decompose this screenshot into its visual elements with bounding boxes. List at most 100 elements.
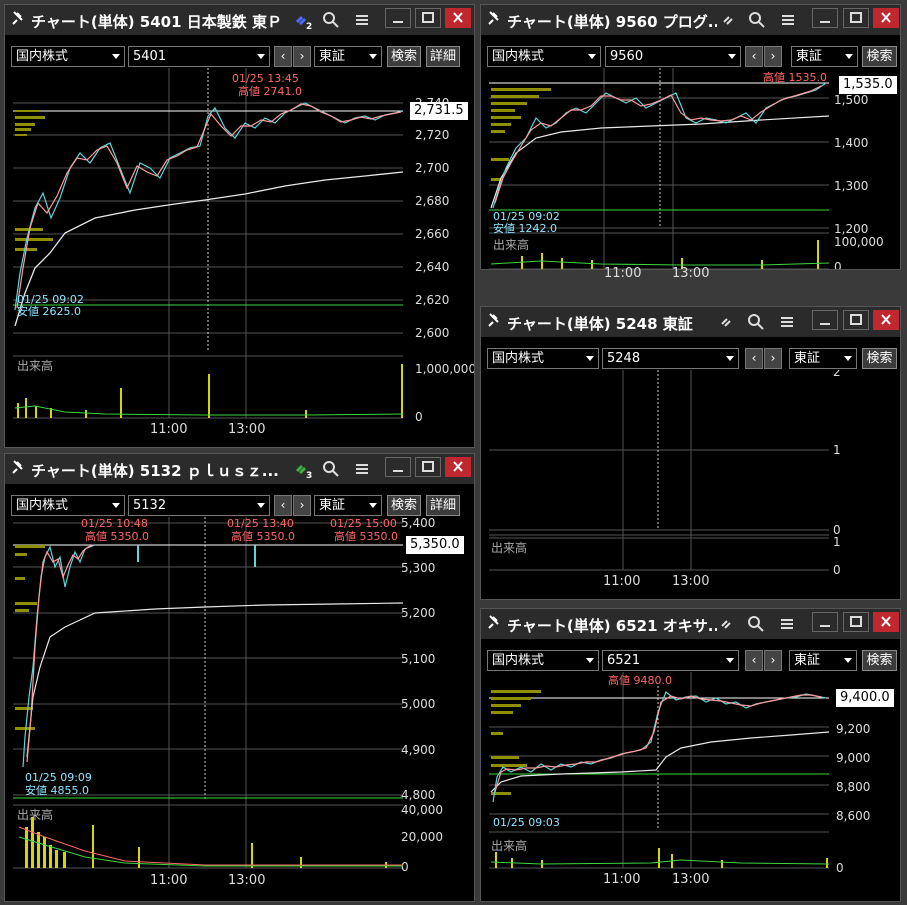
exchange-select[interactable]: 東証 — [789, 348, 857, 369]
title-bar[interactable]: チャート(単体) 9560 プログ... — [481, 5, 900, 35]
exchange-select[interactable]: 東証 — [314, 46, 382, 67]
search-button[interactable]: 検索 — [862, 650, 897, 671]
prev-button[interactable]: ‹ — [274, 495, 292, 516]
exchange-select[interactable]: 東証 — [791, 46, 858, 67]
title-bar[interactable]: チャート(単体) 5248 東証 — [481, 307, 900, 337]
prev-button[interactable]: ‹ — [745, 46, 763, 67]
maximize-button[interactable] — [843, 310, 869, 330]
current-price-label: 1,535.0 — [839, 76, 897, 94]
price-chart[interactable]: 2,740 2,720 2,700 2,680 2,660 2,640 2,62… — [5, 68, 474, 448]
price-chart[interactable]: 2 1 0 1 0 出来高 11:00 13:00 — [481, 370, 900, 600]
profile-bar — [491, 130, 505, 133]
menu-icon[interactable] — [778, 10, 798, 30]
prev-button[interactable]: ‹ — [745, 650, 763, 671]
price-path — [22, 544, 96, 768]
search-icon[interactable] — [321, 459, 341, 479]
next-button[interactable]: › — [764, 348, 782, 369]
maximize-button[interactable] — [415, 8, 441, 28]
volume-bar — [401, 364, 403, 418]
title-bar[interactable]: チャート(単体) 5132 ｐｌｕｓｚ... 3 — [5, 454, 474, 484]
market-select[interactable]: 国内株式 — [487, 650, 599, 671]
market-select[interactable]: 国内株式 — [487, 46, 601, 67]
code-input[interactable]: 5248 — [602, 348, 739, 369]
price-chart[interactable]: 1,500 1,400 1,300 1,200 100,000 0 高値 153… — [481, 68, 900, 270]
code-input[interactable]: 9560 — [605, 46, 741, 67]
price-chart[interactable]: 5,400 5,300 5,200 5,100 5,000 4,900 4,80… — [5, 517, 474, 902]
pin-icon[interactable] — [487, 312, 501, 328]
market-select[interactable]: 国内株式 — [487, 348, 599, 369]
search-icon[interactable] — [746, 614, 766, 634]
maximize-button[interactable] — [415, 457, 441, 477]
search-icon[interactable] — [747, 10, 767, 30]
search-button[interactable]: 検索 — [862, 348, 897, 369]
search-icon[interactable] — [746, 312, 766, 332]
window-title: チャート(単体) 6521 オキサ... — [507, 617, 717, 635]
prev-button[interactable]: ‹ — [274, 46, 292, 67]
next-button[interactable]: › — [293, 495, 311, 516]
volume-bar — [495, 852, 497, 868]
link-icon[interactable] — [719, 10, 739, 30]
market-value: 国内株式 — [492, 49, 545, 64]
close-button[interactable] — [873, 310, 899, 330]
search-button[interactable]: 検索 — [862, 46, 897, 67]
volume-zero: 0 — [836, 861, 844, 875]
pin-icon[interactable] — [11, 459, 25, 475]
code-input[interactable]: 6521 — [602, 650, 739, 671]
detail-button[interactable]: 詳細 — [426, 495, 460, 516]
chart-svg[interactable]: 5,400 5,300 5,200 5,100 5,000 4,900 4,80… — [5, 517, 474, 902]
link-icon[interactable]: 3 — [293, 459, 313, 479]
market-select[interactable]: 国内株式 — [11, 495, 125, 516]
close-button[interactable] — [873, 612, 899, 632]
next-button[interactable]: › — [764, 650, 782, 671]
close-button[interactable] — [445, 457, 471, 477]
minimize-button[interactable] — [812, 310, 838, 330]
exchange-select[interactable]: 東証 — [314, 495, 382, 516]
menu-icon[interactable] — [777, 614, 797, 634]
window-title: チャート(単体) 5248 東証 — [507, 315, 693, 333]
menu-icon[interactable] — [352, 459, 372, 479]
price-spikes — [137, 545, 256, 567]
next-button[interactable]: › — [764, 46, 782, 67]
link-icon[interactable] — [717, 614, 737, 634]
next-button[interactable]: › — [293, 46, 311, 67]
menu-icon[interactable] — [352, 10, 372, 30]
title-bar[interactable]: チャート(単体) 5401 日本製鉄 東Ｐ 2 — [5, 5, 474, 35]
close-button[interactable] — [445, 8, 471, 28]
minimize-button[interactable] — [812, 612, 838, 632]
detail-button[interactable]: 詳細 — [426, 46, 460, 67]
close-button[interactable] — [873, 8, 899, 28]
exchange-select[interactable]: 東証 — [789, 650, 857, 671]
grid — [489, 370, 829, 571]
menu-icon[interactable] — [777, 312, 797, 332]
chart-window-5248: チャート(単体) 5248 東証 国内株式 5248 ‹ › 東証 検索 2 1… — [480, 306, 901, 600]
code-input[interactable]: 5132 — [128, 495, 270, 516]
code-input[interactable]: 5401 — [128, 46, 270, 67]
minimize-button[interactable] — [812, 8, 838, 28]
pin-icon[interactable] — [487, 10, 501, 26]
high-time-label: 01/25 13:45 — [232, 72, 299, 85]
title-bar[interactable]: チャート(単体) 6521 オキサ... — [481, 609, 900, 639]
minimize-button[interactable] — [385, 8, 411, 28]
price-candles — [26, 544, 94, 763]
chart-svg[interactable]: 1,500 1,400 1,300 1,200 100,000 0 高値 153… — [481, 68, 900, 270]
prev-button[interactable]: ‹ — [745, 348, 763, 369]
search-button[interactable]: 検索 — [387, 46, 421, 67]
link-icon[interactable]: 2 — [293, 10, 313, 30]
profile-bar — [491, 123, 511, 126]
pin-icon[interactable] — [11, 10, 25, 26]
code-value: 9560 — [610, 49, 644, 64]
link-icon[interactable] — [717, 312, 737, 332]
pin-icon[interactable] — [487, 614, 501, 630]
minimize-button[interactable] — [385, 457, 411, 477]
chart-svg[interactable]: 2 1 0 1 0 出来高 11:00 13:00 — [481, 370, 900, 600]
chevron-down-icon — [586, 356, 594, 361]
search-button[interactable]: 検索 — [387, 495, 421, 516]
volume-bar — [25, 827, 28, 868]
chevron-down-icon — [112, 503, 120, 508]
market-select[interactable]: 国内株式 — [11, 46, 125, 67]
chart-svg[interactable]: 2,740 2,720 2,700 2,680 2,660 2,640 2,62… — [5, 68, 474, 448]
maximize-button[interactable] — [843, 8, 869, 28]
search-icon[interactable] — [321, 10, 341, 30]
high-time-label: 01/25 10:48 — [81, 517, 148, 530]
maximize-button[interactable] — [843, 612, 869, 632]
